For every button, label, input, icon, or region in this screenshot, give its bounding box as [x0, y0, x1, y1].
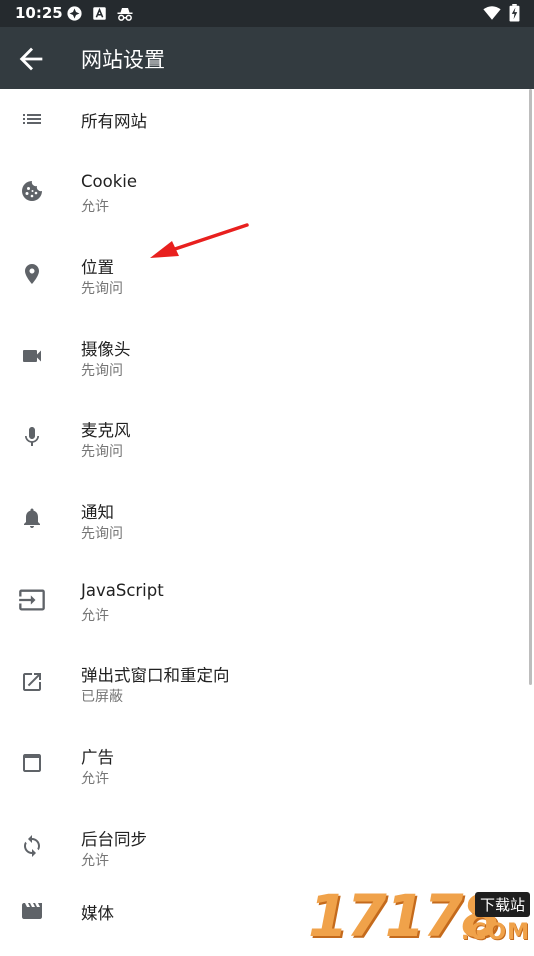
list-item-subtitle: 允许 [81, 608, 109, 624]
app-bar: 网站设置 [0, 27, 534, 89]
back-button[interactable] [14, 42, 48, 76]
list-item-location[interactable]: 位置 先询问 [0, 233, 534, 315]
arrow-back-icon [19, 47, 43, 71]
location-pin-icon [25, 264, 39, 284]
list-item-javascript[interactable]: JavaScript 允许 [0, 560, 534, 641]
cookie-icon [22, 181, 42, 201]
page-title: 网站设置 [81, 48, 165, 72]
list-item-camera[interactable]: 摄像头 先询问 [0, 315, 534, 396]
list-item-title: 所有网站 [81, 112, 147, 131]
list-item-background-sync[interactable]: 后台同步 允许 [0, 805, 534, 886]
battery-charging-icon [509, 4, 520, 22]
ring-sync-icon [67, 6, 82, 21]
scrollbar[interactable] [529, 89, 532, 685]
status-time: 10:25 [15, 4, 63, 22]
list-item-title: 通知 [81, 503, 114, 522]
list-item-title: 广告 [81, 748, 114, 767]
list-icon [23, 114, 41, 124]
status-bar: 10:25 [0, 0, 534, 27]
list-item-ads[interactable]: 广告 允许 [0, 723, 534, 805]
list-item-all-sites[interactable]: 所有网站 [0, 89, 534, 151]
site-settings-list: 所有网站 Cookie 允许 位置 先询问 摄像头 先询问 麦克风 先询问 通知… [0, 89, 534, 956]
watermark-badge: 下载站 [474, 892, 530, 917]
list-item-subtitle: 先询问 [81, 526, 123, 542]
sync-icon [24, 835, 40, 857]
list-item-subtitle: 已屏蔽 [81, 689, 123, 705]
list-item-subtitle: 允许 [81, 853, 109, 869]
list-item-title: JavaScript [81, 581, 164, 600]
list-item-title: 麦克风 [81, 421, 131, 440]
list-item-subtitle: 允许 [81, 199, 109, 215]
window-icon [23, 754, 41, 772]
list-item-title: 弹出式窗口和重定向 [81, 666, 230, 685]
wifi-icon [483, 6, 501, 20]
list-item-subtitle: 先询问 [81, 444, 123, 460]
list-item-popups[interactable]: 弹出式窗口和重定向 已屏蔽 [0, 641, 534, 723]
app-a-icon [93, 7, 106, 20]
mic-icon [25, 427, 39, 446]
watermark-domain: .COM [460, 920, 530, 945]
list-item-title: 媒体 [81, 904, 114, 923]
watermark-logo: 17178 下载站 .COM [308, 882, 534, 950]
list-item-subtitle: 允许 [81, 771, 109, 787]
list-item-title: 位置 [81, 258, 114, 277]
videocam-icon [23, 350, 41, 362]
list-item-subtitle: 先询问 [81, 281, 123, 297]
input-icon [19, 589, 45, 611]
movie-icon [22, 903, 42, 919]
list-item-title: Cookie [81, 172, 138, 191]
incognito-icon [117, 7, 133, 21]
list-item-microphone[interactable]: 麦克风 先询问 [0, 396, 534, 478]
list-item-subtitle: 先询问 [81, 363, 123, 379]
list-item-notifications[interactable]: 通知 先询问 [0, 478, 534, 560]
open-in-new-icon [23, 673, 41, 691]
list-item-title: 摄像头 [81, 340, 131, 359]
bell-icon [24, 508, 40, 528]
list-item-title: 后台同步 [81, 830, 147, 849]
list-item-cookie[interactable]: Cookie 允许 [0, 151, 534, 233]
